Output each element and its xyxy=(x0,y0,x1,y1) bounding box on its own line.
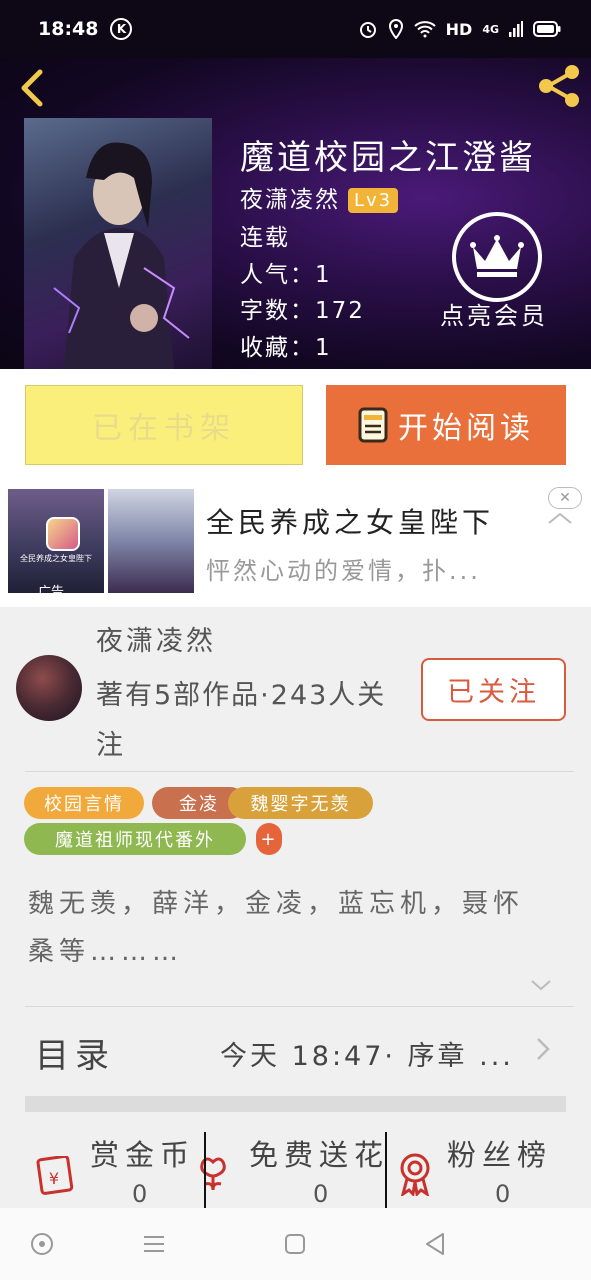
follow-button[interactable]: 已关注 xyxy=(421,658,566,721)
ad-tag: 广告 xyxy=(38,585,65,600)
book-header: 魔道校园之江澄酱 夜潇凌然 Lv3 连载 人气：1 字数：172 收藏：1 点亮会… xyxy=(0,58,591,369)
ad-app-icon xyxy=(46,517,80,551)
crown-icon xyxy=(470,235,524,277)
chevron-up-icon[interactable] xyxy=(547,511,573,525)
home-icon[interactable] xyxy=(281,1230,309,1258)
book-icon xyxy=(358,407,388,443)
book-favorites: 收藏：1 xyxy=(240,335,332,361)
divider xyxy=(204,1132,206,1208)
divider xyxy=(385,1132,387,1208)
flower-icon xyxy=(200,1157,226,1191)
avatar[interactable] xyxy=(16,655,82,721)
assistant-icon[interactable] xyxy=(28,1230,56,1258)
signal-icon xyxy=(509,21,523,37)
book-words: 字数：172 xyxy=(240,298,365,324)
divider xyxy=(25,771,574,772)
hd-label: HD xyxy=(445,19,473,39)
battery-icon xyxy=(533,21,561,37)
ad-image: 全民养成之女皇陛下 广告 xyxy=(8,489,104,600)
location-icon xyxy=(388,19,403,39)
status-icons: HD 4G xyxy=(358,19,561,39)
k-icon: K xyxy=(110,18,133,40)
status-bar: 18:48 K HD 4G xyxy=(0,0,591,58)
menu-icon[interactable] xyxy=(140,1230,168,1258)
wifi-icon xyxy=(413,21,436,38)
level-badge: Lv3 xyxy=(348,188,399,213)
catalog-row[interactable]: 目录 今天 18:47· 序章 ... xyxy=(25,1006,574,1096)
fan-ranking-value: 0 xyxy=(495,1180,511,1208)
book-title: 魔道校园之江澄酱 xyxy=(240,138,536,178)
author-section: 夜潇凌然 著有5部作品·243人关注 已关注 xyxy=(0,607,591,772)
status-time: 18:48 xyxy=(38,18,99,40)
bottom-stats: ¥ 赏金币 0 免费送花 0 粉丝榜 0 xyxy=(0,1112,591,1208)
fan-ranking-button[interactable]: 粉丝榜 0 xyxy=(387,1112,591,1208)
ad-banner[interactable]: 全民养成之女皇陛下 广告 全民养成之女皇陛下 怦然心动的爱情，扑... ✕ xyxy=(0,481,591,607)
book-cover[interactable] xyxy=(24,118,212,369)
send-flower-label: 免费送花 xyxy=(249,1138,390,1172)
tag-item[interactable]: 校园言情 xyxy=(24,787,144,819)
cover-art-icon xyxy=(53,142,190,369)
chevron-right-icon xyxy=(537,1038,550,1060)
ad-description: 怦然心动的爱情，扑... xyxy=(206,557,481,585)
chevron-down-icon[interactable] xyxy=(530,978,552,992)
send-flower-button[interactable]: 免费送花 0 xyxy=(200,1112,385,1208)
back-nav-icon[interactable] xyxy=(421,1230,449,1258)
author-line: 夜潇凌然 Lv3 xyxy=(240,180,399,214)
ad-image-2 xyxy=(108,489,194,593)
ad-title: 全民养成之女皇陛下 xyxy=(206,506,495,539)
book-author[interactable]: 夜潇凌然 xyxy=(240,187,340,213)
start-reading-button[interactable]: 开始阅读 xyxy=(326,385,566,465)
on-shelf-button[interactable]: 已在书架 xyxy=(25,385,303,465)
share-button[interactable] xyxy=(534,62,584,110)
svg-text:¥: ¥ xyxy=(49,1169,59,1188)
reward-coins-value: 0 xyxy=(132,1180,148,1208)
add-tag-button[interactable]: + xyxy=(256,823,282,855)
back-button[interactable] xyxy=(14,66,54,110)
ad-mini-text: 全民养成之女皇陛下 xyxy=(20,554,92,563)
ribbon-award-icon xyxy=(400,1153,430,1196)
book-status: 连载 xyxy=(240,225,290,251)
tag-item[interactable]: 魔道祖师现代番外 xyxy=(24,823,246,855)
book-popularity: 人气：1 xyxy=(240,262,332,288)
catalog-label: 目录 xyxy=(35,1036,115,1076)
start-reading-label: 开始阅读 xyxy=(398,411,534,446)
author-stats: 著有5部作品·243人关注 xyxy=(96,680,387,761)
tag-item[interactable]: 魏婴字无羡 xyxy=(228,787,373,819)
ad-close-button[interactable]: ✕ xyxy=(548,487,582,509)
action-bar: 已在书架 开始阅读 xyxy=(0,369,591,481)
reward-coins-button[interactable]: ¥ 赏金币 0 xyxy=(0,1112,205,1208)
author-name[interactable]: 夜潇凌然 xyxy=(96,619,216,658)
book-description: 魏无羡，薛洋，金凌，蓝忘机，聂怀桑等……… xyxy=(28,889,525,967)
latest-chapter: 今天 18:47· 序章 ... xyxy=(220,1041,514,1072)
red-envelope-icon: ¥ xyxy=(36,1156,74,1195)
reward-coins-label: 赏金币 xyxy=(90,1138,196,1172)
network-label: 4G xyxy=(482,22,499,36)
fan-ranking-label: 粉丝榜 xyxy=(447,1138,553,1172)
vip-button[interactable] xyxy=(452,212,542,302)
system-nav-bar xyxy=(0,1208,591,1280)
send-flower-value: 0 xyxy=(313,1180,329,1208)
vip-label[interactable]: 点亮会员 xyxy=(440,296,548,331)
alarm-icon xyxy=(359,22,376,38)
section-separator xyxy=(25,1096,566,1112)
